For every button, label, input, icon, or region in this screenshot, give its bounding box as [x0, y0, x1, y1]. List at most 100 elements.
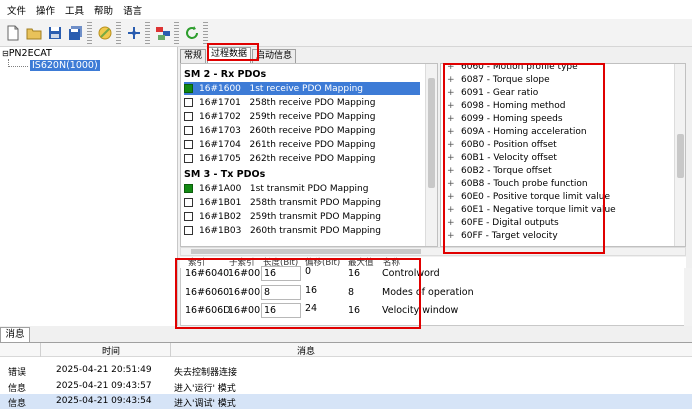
message-row[interactable]: 信息 2025-04-21 09:43:54 进入'调试' 模式	[0, 394, 692, 409]
object-item[interactable]: +60B1 - Velocity offset	[447, 151, 557, 164]
expand-icon[interactable]: +	[447, 192, 461, 202]
pdo-item[interactable]: 16#1B02 259th transmit PDO Mapping	[184, 210, 381, 223]
edit-tool-icon[interactable]	[95, 23, 115, 43]
menu-tools[interactable]: 工具	[60, 3, 89, 17]
toolbar-grip[interactable]	[87, 21, 92, 44]
pdo-checkbox[interactable]	[184, 154, 193, 163]
object-item[interactable]: +6098 - Homing method	[447, 99, 565, 112]
pdo-item[interactable]: 16#1600 1st receive PDO Mapping	[184, 82, 420, 95]
expand-icon[interactable]: +	[447, 166, 461, 176]
tab-messages[interactable]: 消息	[0, 327, 30, 342]
network-icon[interactable]	[124, 23, 144, 43]
expand-icon[interactable]: +	[447, 114, 461, 124]
pdo-checkbox[interactable]	[184, 184, 193, 193]
expand-icon[interactable]: +	[447, 127, 461, 137]
toolbar-grip[interactable]	[174, 21, 179, 44]
pdo-checkbox[interactable]	[184, 140, 193, 149]
toolbar-grip[interactable]	[116, 21, 121, 44]
pdo-item[interactable]: 16#1B01 258th transmit PDO Mapping	[184, 196, 381, 209]
toolbar-grip[interactable]	[145, 21, 150, 44]
pdo-scrollbar[interactable]	[425, 64, 437, 246]
object-scroll-thumb[interactable]	[677, 134, 684, 178]
pdo-item[interactable]: 16#1702 259th receive PDO Mapping	[184, 110, 375, 123]
expand-icon[interactable]: +	[447, 101, 461, 111]
object-item[interactable]: +609A - Homing acceleration	[447, 125, 587, 138]
pdo-item[interactable]: 16#1704 261th receive PDO Mapping	[184, 138, 375, 151]
mapping-row[interactable]: 16#6040 16#00 16 0 16 Controlword	[180, 265, 686, 283]
pdo-name: 259th transmit PDO Mapping	[249, 211, 381, 222]
mapping-row[interactable]: 16#6060 16#00 8 16 8 Modes of operation	[180, 284, 686, 302]
object-label: 60B2 - Torque offset	[461, 165, 552, 176]
refresh-icon[interactable]	[182, 23, 202, 43]
expand-icon[interactable]: +	[447, 231, 461, 241]
expand-icon[interactable]: +	[447, 88, 461, 98]
object-item[interactable]: +6099 - Homing speeds	[447, 112, 563, 125]
length-input[interactable]: 8	[261, 285, 301, 300]
horizontal-scrollbar[interactable]	[180, 247, 686, 256]
message-row[interactable]: 信息 2025-04-21 09:43:57 进入'运行' 模式	[0, 379, 692, 394]
menu-help[interactable]: 帮助	[89, 3, 118, 17]
object-item[interactable]: +60E1 - Negative torque limit value	[447, 203, 616, 216]
tab-process-data[interactable]: 过程数据	[207, 47, 252, 63]
menu-file[interactable]: 文件	[2, 3, 31, 17]
expand-icon[interactable]: +	[447, 64, 461, 72]
tree-item-device[interactable]: IS620N(1000)	[30, 60, 100, 71]
object-item[interactable]: +6060 - Motion profile type	[447, 63, 578, 73]
object-item[interactable]: +60E0 - Positive torque limit value	[447, 190, 610, 203]
message-row[interactable]: 错误 2025-04-21 20:51:49 失去控制器连接	[0, 363, 692, 378]
object-item[interactable]: +60FE - Digital outputs	[447, 216, 559, 229]
pdo-item[interactable]: 16#1703 260th receive PDO Mapping	[184, 124, 375, 137]
save-all-icon[interactable]	[66, 23, 86, 43]
pdo-item[interactable]: 16#1701 258th receive PDO Mapping	[184, 96, 375, 109]
pdo-name: 262th receive PDO Mapping	[249, 153, 376, 164]
device-icon[interactable]	[153, 23, 173, 43]
pdo-checkbox[interactable]	[184, 226, 193, 235]
expand-icon[interactable]: +	[447, 179, 461, 189]
expand-icon[interactable]: +	[447, 140, 461, 150]
mapping-scrollbar[interactable]	[684, 268, 692, 326]
mapping-row[interactable]: 16#606D 16#00 16 24 16 Velocity window	[180, 302, 686, 320]
message-text: 进入'运行' 模式	[174, 384, 236, 394]
expand-icon[interactable]: +	[447, 205, 461, 215]
object-item[interactable]: +6091 - Gear ratio	[447, 86, 538, 99]
expand-icon[interactable]: +	[447, 153, 461, 163]
object-item[interactable]: +60FF - Target velocity	[447, 229, 558, 242]
message-text: 失去控制器连接	[174, 368, 238, 378]
pdo-name: 261th receive PDO Mapping	[249, 139, 376, 150]
length-input[interactable]: 16	[261, 303, 301, 318]
pdo-scroll-thumb[interactable]	[428, 78, 435, 188]
pdo-checkbox[interactable]	[184, 126, 193, 135]
menu-language[interactable]: 语言	[118, 3, 147, 17]
pdo-name: 258th transmit PDO Mapping	[249, 197, 381, 208]
collapse-icon[interactable]: ⊟	[2, 49, 9, 58]
object-label: 6060 - Motion profile type	[461, 63, 578, 72]
tab-startup-info[interactable]: 启动信息	[252, 49, 297, 63]
pdo-item[interactable]: 16#1705 262th receive PDO Mapping	[184, 152, 375, 165]
tree-root-item[interactable]: ⊟ PN2ECAT	[2, 48, 52, 59]
pdo-checkbox[interactable]	[184, 112, 193, 121]
horizontal-scroll-thumb[interactable]	[191, 249, 421, 254]
new-file-icon[interactable]	[3, 23, 23, 43]
pdo-checkbox[interactable]	[184, 212, 193, 221]
tree-connector	[8, 59, 28, 67]
pdo-item[interactable]: 16#1B03 260th transmit PDO Mapping	[184, 224, 381, 237]
pdo-item[interactable]: 16#1A00 1st transmit PDO Mapping	[184, 182, 368, 195]
pdo-checkbox[interactable]	[184, 98, 193, 107]
pdo-checkbox[interactable]	[184, 84, 193, 93]
expand-icon[interactable]: +	[447, 218, 461, 228]
object-item[interactable]: +60B2 - Torque offset	[447, 164, 552, 177]
save-icon[interactable]	[45, 23, 65, 43]
sm2-header: SM 2 - Rx PDOs	[184, 69, 267, 80]
expand-icon[interactable]: +	[447, 75, 461, 85]
menu-operation[interactable]: 操作	[31, 3, 60, 17]
pdo-checkbox[interactable]	[184, 198, 193, 207]
open-folder-icon[interactable]	[24, 23, 44, 43]
object-item[interactable]: +60B8 - Touch probe function	[447, 177, 588, 190]
col-time: 时间	[102, 347, 121, 357]
object-scrollbar[interactable]	[674, 64, 685, 246]
toolbar-grip[interactable]	[203, 21, 208, 44]
length-input[interactable]: 16	[261, 266, 301, 281]
object-item[interactable]: +60B0 - Position offset	[447, 138, 557, 151]
tab-general[interactable]: 常规	[180, 49, 207, 63]
object-item[interactable]: +6087 - Torque slope	[447, 73, 550, 86]
